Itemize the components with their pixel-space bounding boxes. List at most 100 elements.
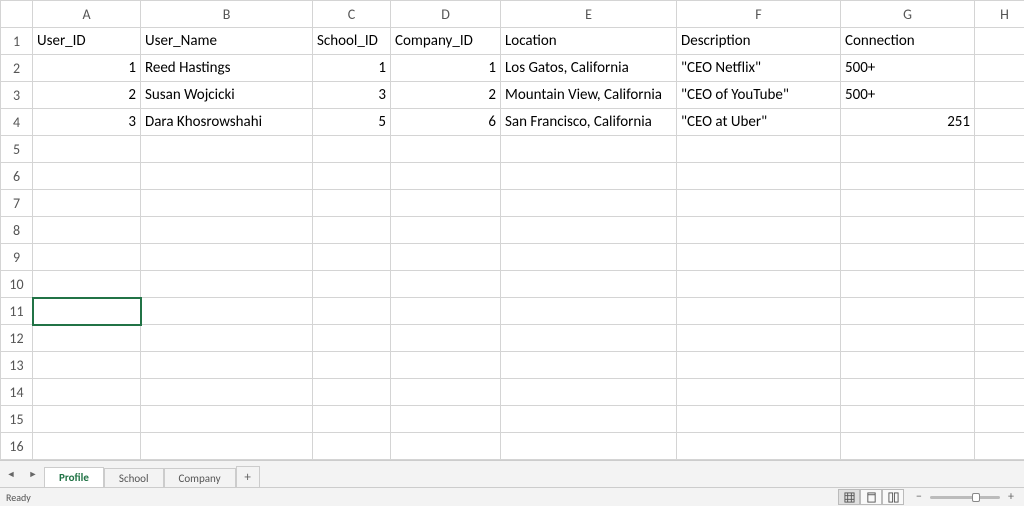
cell-C1[interactable]: School_ID [313, 28, 391, 55]
cell-D10[interactable] [391, 271, 501, 298]
sheet-tab-school[interactable]: School [104, 468, 164, 488]
cell-A13[interactable] [33, 352, 141, 379]
cell-D15[interactable] [391, 406, 501, 433]
cell-B14[interactable] [141, 379, 313, 406]
column-header-A[interactable]: A [33, 1, 141, 28]
column-header-G[interactable]: G [841, 1, 975, 28]
cell-B5[interactable] [141, 136, 313, 163]
cell-G11[interactable] [841, 298, 975, 325]
cell-B7[interactable] [141, 190, 313, 217]
row-header-13[interactable]: 13 [1, 352, 33, 379]
cell-A3[interactable]: 2 [33, 82, 141, 109]
cell-C13[interactable] [313, 352, 391, 379]
column-header-B[interactable]: B [141, 1, 313, 28]
cell-A8[interactable] [33, 217, 141, 244]
cell-A4[interactable]: 3 [33, 109, 141, 136]
view-normal-button[interactable] [838, 489, 860, 505]
cell-H3[interactable] [975, 82, 1024, 109]
cell-G10[interactable] [841, 271, 975, 298]
cell-G9[interactable] [841, 244, 975, 271]
row-header-15[interactable]: 15 [1, 406, 33, 433]
row-header-16[interactable]: 16 [1, 433, 33, 460]
cell-C3[interactable]: 3 [313, 82, 391, 109]
cell-E8[interactable] [501, 217, 677, 244]
cell-E12[interactable] [501, 325, 677, 352]
cell-D2[interactable]: 1 [391, 55, 501, 82]
cell-D14[interactable] [391, 379, 501, 406]
tab-next-button[interactable]: ► [22, 463, 44, 485]
cell-H16[interactable] [975, 433, 1024, 460]
cell-G16[interactable] [841, 433, 975, 460]
cell-B9[interactable] [141, 244, 313, 271]
cell-H5[interactable] [975, 136, 1024, 163]
cell-B10[interactable] [141, 271, 313, 298]
cell-C14[interactable] [313, 379, 391, 406]
cell-H13[interactable] [975, 352, 1024, 379]
row-header-12[interactable]: 12 [1, 325, 33, 352]
cell-F6[interactable] [677, 163, 841, 190]
zoom-in-button[interactable]: + [1004, 490, 1018, 504]
row-header-2[interactable]: 2 [1, 55, 33, 82]
cell-A7[interactable] [33, 190, 141, 217]
row-header-4[interactable]: 4 [1, 109, 33, 136]
cell-F4[interactable]: "CEO at Uber" [677, 109, 841, 136]
cell-D13[interactable] [391, 352, 501, 379]
cell-H15[interactable] [975, 406, 1024, 433]
cell-H12[interactable] [975, 325, 1024, 352]
cell-F13[interactable] [677, 352, 841, 379]
cell-H9[interactable] [975, 244, 1024, 271]
cell-A14[interactable] [33, 379, 141, 406]
row-header-1[interactable]: 1 [1, 28, 33, 55]
cell-E3[interactable]: Mountain View, California [501, 82, 677, 109]
cell-C10[interactable] [313, 271, 391, 298]
cell-G6[interactable] [841, 163, 975, 190]
cell-B15[interactable] [141, 406, 313, 433]
zoom-slider-thumb[interactable] [972, 493, 980, 502]
cell-E6[interactable] [501, 163, 677, 190]
cell-F2[interactable]: "CEO Netflix" [677, 55, 841, 82]
cell-D1[interactable]: Company_ID [391, 28, 501, 55]
cell-C9[interactable] [313, 244, 391, 271]
column-header-F[interactable]: F [677, 1, 841, 28]
cell-B11[interactable] [141, 298, 313, 325]
cell-E2[interactable]: Los Gatos, California [501, 55, 677, 82]
cell-B16[interactable] [141, 433, 313, 460]
cell-A6[interactable] [33, 163, 141, 190]
cell-G13[interactable] [841, 352, 975, 379]
cell-A9[interactable] [33, 244, 141, 271]
cell-C5[interactable] [313, 136, 391, 163]
cell-H7[interactable] [975, 190, 1024, 217]
row-header-10[interactable]: 10 [1, 271, 33, 298]
cell-E10[interactable] [501, 271, 677, 298]
row-header-11[interactable]: 11 [1, 298, 33, 325]
cell-A11[interactable] [33, 298, 141, 325]
cell-B2[interactable]: Reed Hastings [141, 55, 313, 82]
cell-B3[interactable]: Susan Wojcicki [141, 82, 313, 109]
cell-D3[interactable]: 2 [391, 82, 501, 109]
cell-D7[interactable] [391, 190, 501, 217]
cell-F5[interactable] [677, 136, 841, 163]
cell-E14[interactable] [501, 379, 677, 406]
row-header-6[interactable]: 6 [1, 163, 33, 190]
spreadsheet-grid[interactable]: ABCDEFGH1User_IDUser_NameSchool_IDCompan… [0, 0, 1024, 460]
cell-C8[interactable] [313, 217, 391, 244]
cell-H6[interactable] [975, 163, 1024, 190]
cell-G8[interactable] [841, 217, 975, 244]
cell-C4[interactable]: 5 [313, 109, 391, 136]
cell-E13[interactable] [501, 352, 677, 379]
cell-E16[interactable] [501, 433, 677, 460]
cell-B12[interactable] [141, 325, 313, 352]
zoom-slider[interactable] [930, 496, 1000, 499]
cell-D12[interactable] [391, 325, 501, 352]
cell-B1[interactable]: User_Name [141, 28, 313, 55]
cell-F10[interactable] [677, 271, 841, 298]
cell-F14[interactable] [677, 379, 841, 406]
row-header-5[interactable]: 5 [1, 136, 33, 163]
cell-D16[interactable] [391, 433, 501, 460]
cell-G4[interactable]: 251 [841, 109, 975, 136]
sheet-tab-company[interactable]: Company [164, 468, 236, 488]
column-header-E[interactable]: E [501, 1, 677, 28]
row-header-3[interactable]: 3 [1, 82, 33, 109]
view-page-layout-button[interactable] [860, 489, 882, 505]
tab-prev-button[interactable]: ◄ [0, 463, 22, 485]
